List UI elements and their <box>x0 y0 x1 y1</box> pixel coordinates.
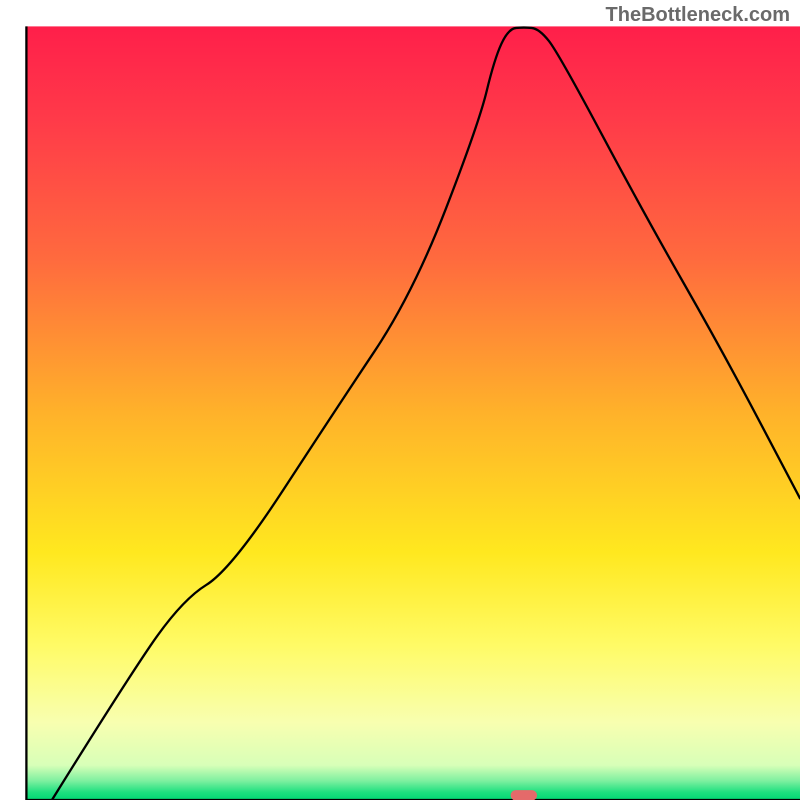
watermark-text: TheBottleneck.com <box>606 4 790 27</box>
plot-background <box>26 26 800 800</box>
chart-container: TheBottleneck.com <box>0 0 800 800</box>
optimal-point-marker <box>511 790 537 800</box>
bottleneck-chart <box>0 0 800 800</box>
